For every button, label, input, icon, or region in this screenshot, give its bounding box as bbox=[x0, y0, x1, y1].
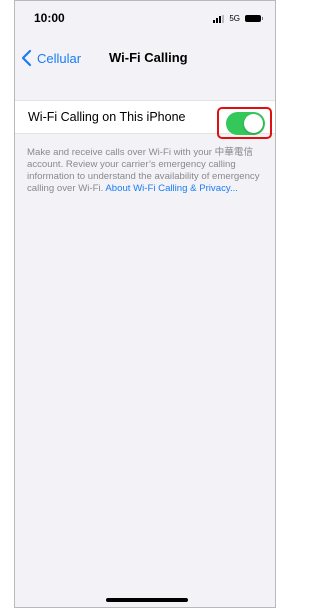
status-time: 10:00 bbox=[34, 11, 65, 25]
phone-screen: 10:00 5G Cellular Wi-Fi Calling Wi-Fi Ca… bbox=[14, 0, 276, 608]
network-type: 5G bbox=[229, 14, 240, 23]
back-button-label: Cellular bbox=[37, 50, 82, 66]
page-title: Wi-Fi Calling bbox=[109, 50, 188, 65]
status-bar: 10:00 5G bbox=[15, 1, 275, 41]
chevron-left-icon bbox=[21, 49, 32, 67]
about-wifi-calling-link[interactable]: About Wi-Fi Calling & Privacy... bbox=[105, 183, 238, 194]
toggle-knob bbox=[244, 114, 263, 133]
wifi-calling-toggle[interactable] bbox=[226, 112, 265, 135]
signal-bars-icon bbox=[213, 14, 225, 23]
status-icons: 5G bbox=[213, 14, 263, 23]
battery-icon bbox=[245, 15, 263, 22]
back-button[interactable]: Cellular bbox=[19, 49, 81, 67]
wifi-calling-label: Wi-Fi Calling on This iPhone bbox=[28, 110, 186, 124]
wifi-calling-description: Make and receive calls over Wi-Fi with y… bbox=[27, 147, 269, 195]
navigation-bar: Cellular Wi-Fi Calling bbox=[15, 41, 275, 81]
home-indicator[interactable] bbox=[106, 598, 188, 602]
